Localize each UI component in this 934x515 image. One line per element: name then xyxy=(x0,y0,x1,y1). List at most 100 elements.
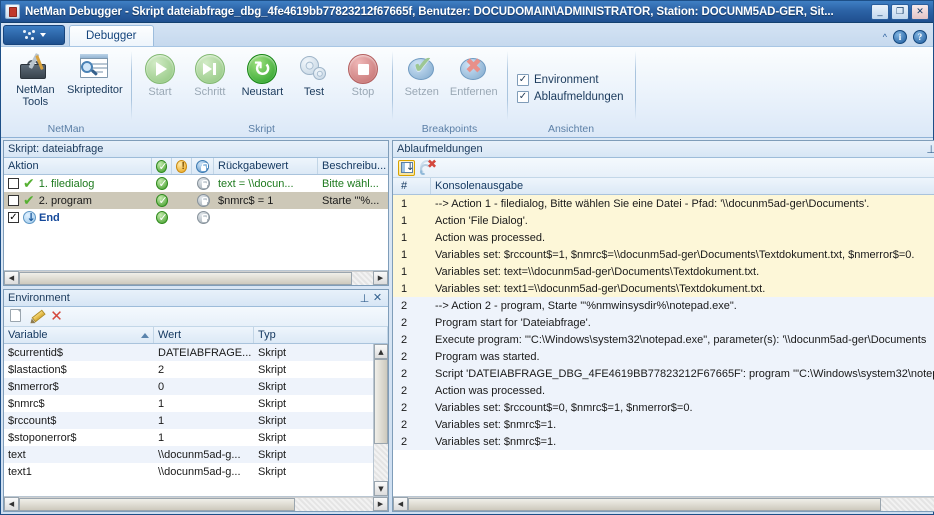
script-col-warning-icon[interactable] xyxy=(172,158,192,174)
help-icon[interactable]: ? xyxy=(913,30,927,44)
breakpoint-checkbox-icon[interactable] xyxy=(8,178,19,189)
list-item[interactable]: 2 Variables set: $nmrc$=1. xyxy=(393,433,934,450)
list-item[interactable]: 2 Execute program: '"C:\Windows\system32\… xyxy=(393,331,934,348)
list-item[interactable]: 1 Variables set: text1=\\docunm5ad-ger\Do… xyxy=(393,280,934,297)
scroll-up-icon[interactable]: ▲ xyxy=(374,344,388,359)
script-col-rueckgabewert[interactable]: Rückgabewert xyxy=(214,158,318,174)
scroll-right-icon[interactable]: ▶ xyxy=(373,271,388,285)
script-row-status xyxy=(152,192,172,209)
scroll-left-icon[interactable]: ◀ xyxy=(4,497,19,511)
env-col-wert[interactable]: Wert xyxy=(154,327,254,343)
env-wert: 1 xyxy=(158,414,165,427)
table-row[interactable]: $rccount$ 1 Skript xyxy=(4,412,373,429)
schritt-button[interactable]: Schritt xyxy=(186,52,234,100)
table-row[interactable]: text \\docunm5ad-g... Skript xyxy=(4,446,373,463)
netman-tools-button[interactable]: NetMan Tools xyxy=(7,50,64,110)
list-item[interactable]: 2 Variables set: $rccount$=0, $nmrc$=1, $… xyxy=(393,399,934,416)
table-row[interactable]: $currentid$ DATEIABFRAGE... Skript xyxy=(4,344,373,361)
start-button[interactable]: Start xyxy=(137,52,183,100)
script-row-action-cell[interactable]: End xyxy=(4,209,152,226)
env-variable: text1 xyxy=(8,465,32,478)
scroll-track[interactable] xyxy=(19,497,373,511)
table-row[interactable]: ✔ 1. filedialog text = \\docun... Bitte … xyxy=(4,175,388,192)
edit-variable-icon[interactable] xyxy=(29,309,44,324)
environment-checkbox-icon[interactable] xyxy=(517,74,529,86)
delete-variable-icon[interactable]: ✕ xyxy=(49,309,64,324)
list-item[interactable]: 2 Program was started. xyxy=(393,348,934,365)
script-col-lock-icon[interactable] xyxy=(192,158,214,174)
script-row-action-cell[interactable]: ✔ 2. program xyxy=(4,192,152,209)
breakpoint-checkbox-icon[interactable] xyxy=(8,212,19,223)
table-row[interactable]: ✔ 2. program $nmrc$ = 1 Starte '"%... xyxy=(4,192,388,209)
list-item[interactable]: 2 Script 'DATEIABFRAGE_DBG_4FE4619BB77823… xyxy=(393,365,934,382)
scroll-track[interactable] xyxy=(408,497,934,511)
script-col-status-icon[interactable] xyxy=(152,158,172,174)
window-controls: _ ❐ ✕ xyxy=(871,3,931,20)
list-item[interactable]: 2 Variables set: $nmrc$=1. xyxy=(393,416,934,433)
test-button[interactable]: Test xyxy=(291,52,337,100)
entfernen-button[interactable]: ✖ Entfernen xyxy=(446,52,501,100)
list-item[interactable]: 1 Variables set: text=\\docunm5ad-ger\Doc… xyxy=(393,263,934,280)
environment-horizontal-scrollbar[interactable]: ◀ ▶ xyxy=(4,496,388,511)
log-col-number[interactable]: # xyxy=(393,178,431,194)
ablaufmeldungen-checkbox-icon[interactable] xyxy=(517,91,529,103)
list-item[interactable]: 2 Action was processed. xyxy=(393,382,934,399)
autoscroll-icon[interactable]: ↓ xyxy=(398,159,415,176)
script-row-action-cell[interactable]: ✔ 1. filedialog xyxy=(4,175,152,192)
scroll-track[interactable] xyxy=(374,359,388,481)
pin-icon[interactable]: ⊥ xyxy=(925,143,934,156)
stop-button[interactable]: Stop xyxy=(340,52,386,100)
env-variable: $lastaction$ xyxy=(8,363,67,376)
list-item[interactable]: 1 --> Action 1 - filedialog, Bitte wählen… xyxy=(393,195,934,212)
list-item[interactable]: 1 Action was processed. xyxy=(393,229,934,246)
env-typ: Skript xyxy=(258,363,287,376)
close-button[interactable]: ✕ xyxy=(911,3,929,20)
scroll-left-icon[interactable]: ◀ xyxy=(4,271,19,285)
table-row[interactable]: $stoponerror$ 1 Skript xyxy=(4,429,373,446)
list-item[interactable]: 1 Variables set: $rccount$=1, $nmrc$=\\do… xyxy=(393,246,934,263)
script-col-aktion[interactable]: Aktion xyxy=(4,158,152,174)
info-icon[interactable]: i xyxy=(893,30,907,44)
chevron-down-icon xyxy=(39,33,46,37)
log-horizontal-scrollbar[interactable]: ◀ ▶ xyxy=(393,496,934,511)
table-row[interactable]: $lastaction$ 2 Skript xyxy=(4,361,373,378)
list-item[interactable]: 2 Program start for 'Dateiabfrage'. xyxy=(393,314,934,331)
scroll-left-icon[interactable]: ◀ xyxy=(393,497,408,511)
table-row[interactable]: text1 \\docunm5ad-g... Skript xyxy=(4,463,373,480)
new-variable-icon[interactable] xyxy=(9,309,24,324)
tab-debugger[interactable]: Debugger xyxy=(69,25,154,46)
script-col-beschreibung[interactable]: Beschreibu... xyxy=(318,158,388,174)
scroll-right-icon[interactable]: ▶ xyxy=(373,497,388,511)
env-variable: text xyxy=(8,448,26,461)
checkbox-ablaufmeldungen[interactable]: Ablaufmeldungen xyxy=(513,89,628,105)
application-menu-button[interactable] xyxy=(3,25,65,45)
log-col-message[interactable]: Konsolenausgabe xyxy=(431,178,934,194)
maximize-button[interactable]: ❐ xyxy=(891,3,909,20)
log-number: 1 xyxy=(401,231,408,244)
skripteditor-label: Skripteditor xyxy=(67,84,123,96)
log-message: Variables set: $nmrc$=1. xyxy=(435,435,557,448)
script-row-warning xyxy=(172,209,192,226)
neustart-button[interactable]: ↻ Neustart xyxy=(237,52,288,100)
scroll-track[interactable] xyxy=(19,271,373,285)
env-variable: $nmerror$ xyxy=(8,380,59,393)
table-row[interactable]: $nmerror$ 0 Skript xyxy=(4,378,373,395)
setzen-button[interactable]: ✔ Setzen xyxy=(398,52,445,100)
table-row[interactable]: $nmrc$ 1 Skript xyxy=(4,395,373,412)
list-item[interactable]: 1 Action 'File Dialog'. xyxy=(393,212,934,229)
pin-icon[interactable]: ⊥ xyxy=(358,292,371,305)
env-col-variable[interactable]: Variable xyxy=(4,327,154,343)
env-col-typ[interactable]: Typ xyxy=(254,327,388,343)
script-horizontal-scrollbar[interactable]: ◀ ▶ xyxy=(4,270,388,285)
collapse-ribbon-icon[interactable]: ^ xyxy=(883,32,887,42)
clear-log-icon[interactable]: ✖ xyxy=(420,158,437,175)
skripteditor-button[interactable]: Skripteditor xyxy=(65,50,125,98)
scroll-down-icon[interactable]: ▼ xyxy=(374,481,388,496)
table-row[interactable]: End xyxy=(4,209,388,226)
list-item[interactable]: 2 --> Action 2 - program, Starte '"%nmwin… xyxy=(393,297,934,314)
environment-vertical-scrollbar[interactable]: ▲ ▼ xyxy=(373,344,388,496)
close-icon[interactable]: ✕ xyxy=(371,292,384,305)
breakpoint-checkbox-icon[interactable] xyxy=(8,195,19,206)
checkbox-environment[interactable]: Environment xyxy=(513,72,603,88)
minimize-button[interactable]: _ xyxy=(871,3,889,20)
